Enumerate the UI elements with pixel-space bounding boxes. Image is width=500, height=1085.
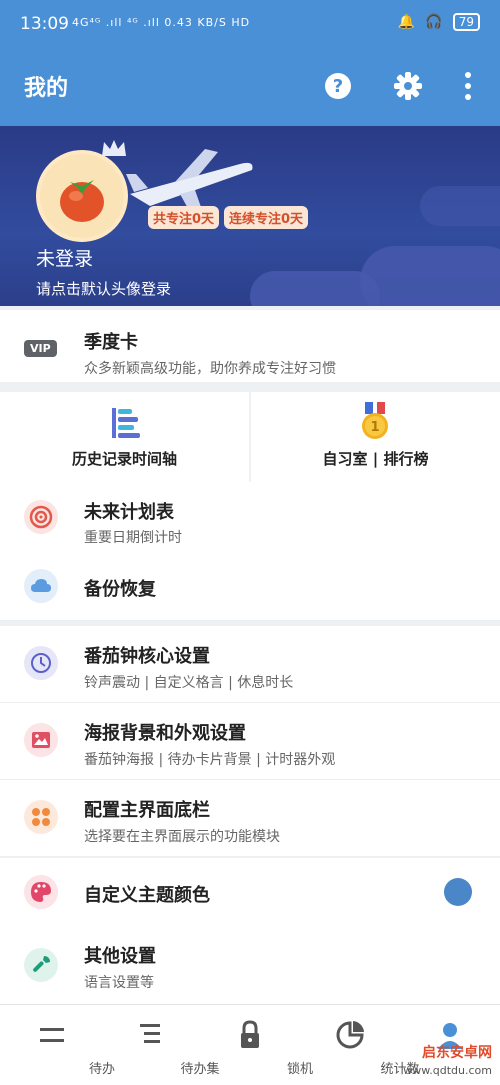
vip-subtitle: 众多新颖高级功能，助你养成专注好习惯 [84,361,336,377]
alarm-icon: 🔔 [397,14,416,30]
history-timeline-button[interactable]: 历史记录时间轴 [0,392,249,482]
theme-color-swatch[interactable] [444,878,472,906]
settings-gear-icon[interactable] [388,66,428,106]
medal-number: 1 [370,420,379,435]
grid-modules-icon [24,800,58,834]
total-focus-badge: 共专注0天 [148,206,220,229]
streak-focus-badge: 连续专注0天 [224,206,309,229]
poster-appearance-subtitle: 番茄钟海报 | 待办卡片背景 | 计时器外观 [84,752,336,768]
cloud-decoration [420,186,500,226]
bottom-bar-config-title: 配置主界面底栏 [84,800,210,821]
cloud-decoration [250,271,380,306]
poster-appearance-row[interactable]: 海报背景和外观设置 番茄钟海报 | 待办卡片背景 | 计时器外观 [0,703,500,780]
vip-title: 季度卡 [84,332,138,353]
profile-banner: 共专注0天 连续专注0天 未登录 请点击默认头像登录 [0,126,500,306]
other-settings-row[interactable]: 其他设置 语言设置等 [0,926,500,1004]
svg-text:?: ? [333,76,343,97]
watermark-title: 启东安卓网 [422,1045,492,1061]
battery-indicator: 79 [452,13,480,31]
lock-icon [241,1020,259,1048]
tab-todo-set[interactable]: 待办集 [100,1005,220,1085]
bottom-bar-config-subtitle: 选择要在主界面展示的功能模块 [84,829,280,845]
cloud-icon [24,569,58,603]
core-settings-title: 番茄钟核心设置 [84,646,210,667]
vip-card[interactable]: VIP 季度卡 众多新颖高级功能，助你养成专注好习惯 [0,310,500,383]
username[interactable]: 未登录 [36,244,93,271]
clock-icon [24,646,58,680]
tomato-icon [60,180,104,222]
more-vertical-icon[interactable] [458,66,478,106]
bottom-bar-config-row[interactable]: 配置主界面底栏 选择要在主界面展示的功能模块 [0,780,500,857]
study-room-label: 自习室 | 排行榜 [322,450,429,468]
other-settings-title: 其他设置 [84,946,156,967]
vip-icon: VIP [24,340,57,357]
wrench-icon [24,948,58,982]
bottom-tab-bar: 待办 待办集 锁机 统计数 启东安卓网 www.qdtdu.com [0,1004,500,1085]
tab-todo[interactable]: 待办 [2,1005,115,1085]
backup-restore-title: 备份恢复 [84,579,156,600]
watermark-url: www.qdtdu.com [403,1064,492,1077]
tab-stats[interactable]: 统计数 [300,1005,420,1085]
future-plan-subtitle: 重要日期倒计时 [84,530,182,546]
theme-color-row[interactable]: 自定义主题颜色 [0,858,500,927]
tab-lock[interactable]: 锁机 [200,1005,313,1085]
status-time: 13:09 [20,14,69,34]
other-settings-subtitle: 语言设置等 [84,975,154,991]
status-bar: 13:09 4G⁴ᴳ .ıll ⁴ᴳ .ıll 0.43 KB/S HD 🔔 🎧… [0,0,500,52]
future-plan-row[interactable]: 未来计划表 重要日期倒计时 [0,482,500,553]
help-icon[interactable]: ? [318,66,358,106]
history-label: 历史记录时间轴 [71,450,177,468]
backup-restore-row[interactable]: 备份恢复 [0,552,500,621]
login-hint: 请点击默认头像登录 [36,280,172,298]
medal-icon: 1 [362,402,388,439]
future-plan-title: 未来计划表 [84,502,174,523]
page-title: 我的 [24,76,69,101]
study-room-ranking-button[interactable]: 1 自习室 | 排行榜 [251,392,500,482]
avatar[interactable] [36,150,128,242]
pie-chart-icon [336,1021,364,1049]
theme-color-title: 自定义主题颜色 [84,885,210,906]
app-bar: 我的 ? [0,52,500,126]
core-settings-row[interactable]: 番茄钟核心设置 铃声震动 | 自定义格言 | 休息时长 [0,626,500,703]
todo-set-icon [140,1024,160,1043]
poster-appearance-title: 海报背景和外观设置 [84,723,246,744]
timeline-icon [112,408,140,438]
target-icon [24,500,58,534]
image-icon [24,723,58,757]
watermark-logo: 启东安卓网 www.qdtdu.com [403,1045,492,1079]
palette-icon [24,875,58,909]
todo-list-icon [40,1028,64,1042]
core-settings-subtitle: 铃声震动 | 自定义格言 | 休息时长 [84,675,294,691]
headset-icon: 🎧 [425,14,443,30]
airplane-icon [126,149,253,212]
status-signal: 4G⁴ᴳ .ıll ⁴ᴳ .ıll 0.43 KB/S HD [72,16,251,29]
cloud-decoration [360,246,500,306]
